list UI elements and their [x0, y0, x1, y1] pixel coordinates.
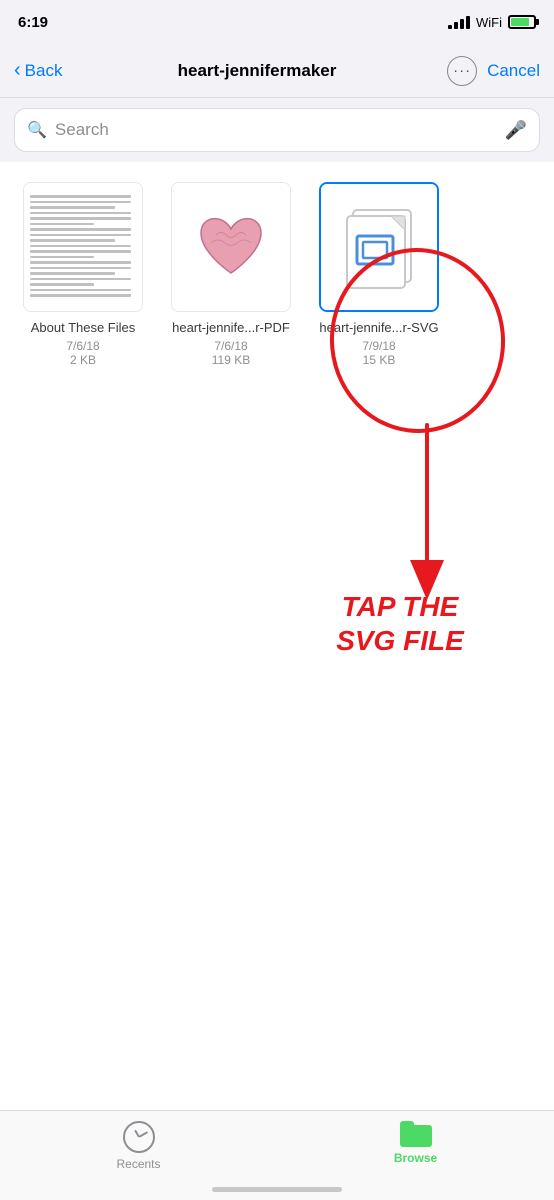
file-thumb-heart-pdf — [171, 182, 291, 312]
file-date-about: 7/6/18 — [66, 339, 99, 353]
file-item-heart-svg[interactable]: heart-jennife...r-SVG 7/9/18 15 KB — [314, 182, 444, 367]
nav-title: heart-jennifermaker — [74, 61, 440, 81]
file-name-heart-svg: heart-jennife...r-SVG — [319, 320, 438, 337]
file-thumb-heart-svg — [319, 182, 439, 312]
microphone-icon[interactable]: 🎤 — [505, 120, 527, 141]
ellipsis-icon: ··· — [453, 62, 471, 79]
status-icons: WiFi — [448, 15, 536, 30]
file-thumb-about — [23, 182, 143, 312]
file-size-heart-pdf: 119 KB — [212, 353, 250, 367]
heart-svg-preview — [196, 215, 266, 280]
home-indicator — [212, 1187, 342, 1192]
back-button[interactable]: ‹ Back — [14, 61, 74, 81]
search-placeholder: Search — [55, 120, 497, 140]
annotation-arrow — [375, 415, 455, 615]
file-name-heart-pdf: heart-jennife...r-PDF — [172, 320, 290, 337]
search-bar-container: 🔍 Search 🎤 — [0, 98, 554, 162]
tab-browse[interactable]: Browse — [277, 1121, 554, 1165]
file-size-about: 2 KB — [70, 353, 96, 367]
file-size-heart-svg: 15 KB — [363, 353, 396, 367]
search-icon: 🔍 — [27, 120, 47, 140]
file-item-heart-pdf[interactable]: heart-jennife...r-PDF 7/6/18 119 KB — [166, 182, 296, 367]
file-date-heart-pdf: 7/6/18 — [214, 339, 247, 353]
back-label: Back — [25, 61, 63, 81]
status-bar: 6:19 WiFi — [0, 0, 554, 44]
cancel-button[interactable]: Cancel — [487, 61, 540, 81]
wifi-icon: WiFi — [476, 15, 502, 30]
battery-icon — [508, 15, 536, 29]
file-item-about[interactable]: About These Files 7/6/18 2 KB — [18, 182, 148, 367]
more-button[interactable]: ··· — [447, 56, 477, 86]
tab-recents[interactable]: Recents — [0, 1121, 277, 1171]
search-bar[interactable]: 🔍 Search 🎤 — [14, 108, 540, 152]
browse-icon — [400, 1121, 432, 1147]
nav-actions: ··· Cancel — [440, 56, 540, 86]
nav-bar: ‹ Back heart-jennifermaker ··· Cancel — [0, 44, 554, 98]
file-grid: About These Files 7/6/18 2 KB heart-jenn… — [0, 162, 554, 377]
recents-icon — [123, 1121, 155, 1153]
chevron-left-icon: ‹ — [14, 60, 21, 80]
file-name-about: About These Files — [31, 320, 136, 337]
svg-file-icon — [339, 202, 419, 292]
tab-recents-label: Recents — [116, 1157, 160, 1171]
signal-icon — [448, 16, 470, 29]
status-time: 6:19 — [18, 14, 48, 31]
tab-browse-label: Browse — [394, 1151, 437, 1165]
file-date-heart-svg: 7/9/18 — [362, 339, 395, 353]
annotation-text: TAP THESVG FILE — [290, 590, 510, 657]
